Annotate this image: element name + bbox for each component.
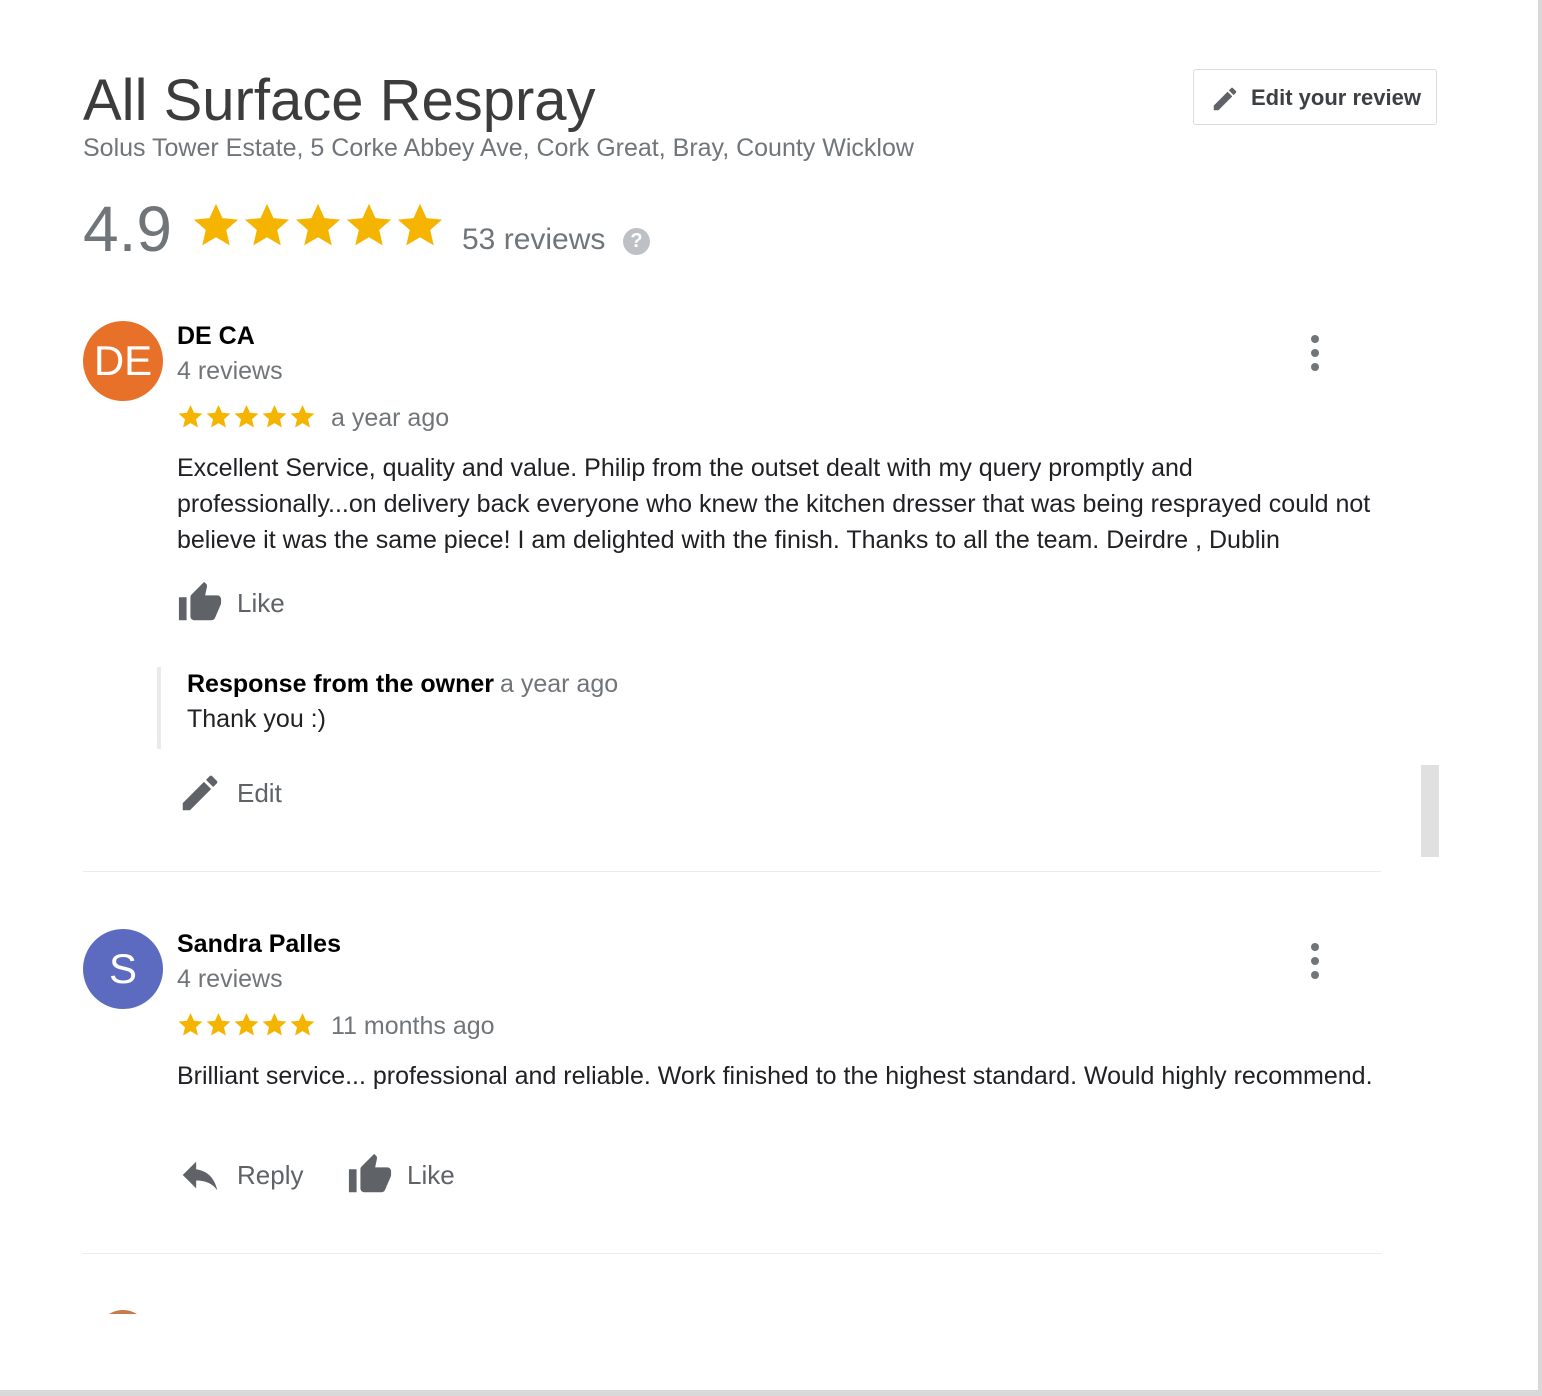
average-rating-stars xyxy=(191,200,446,250)
owner-response: Response from the owner a year ago Thank … xyxy=(157,667,618,749)
star-icon xyxy=(234,405,259,428)
owner-response-text: Thank you :) xyxy=(187,705,326,733)
thumbs-up-icon xyxy=(178,581,222,621)
like-label: Like xyxy=(237,588,285,618)
reviewer-review-count[interactable]: 4 reviews xyxy=(177,964,283,994)
reviewer-name[interactable]: DE CA xyxy=(177,321,255,351)
review-stars xyxy=(177,403,317,430)
star-icon xyxy=(178,1013,203,1036)
review-text: Brilliant service... professional and re… xyxy=(177,1062,1373,1090)
thumbs-up-icon xyxy=(348,1153,392,1193)
review-divider xyxy=(83,871,1381,872)
reply-label: Reply xyxy=(237,1160,304,1190)
reply-icon xyxy=(182,1161,218,1191)
pencil-icon xyxy=(1213,87,1237,111)
edit-your-review-button[interactable]: Edit your review xyxy=(1193,69,1437,125)
star-icon xyxy=(290,405,315,428)
star-icon xyxy=(234,1013,259,1036)
edit-label: Edit xyxy=(237,778,282,808)
avatar[interactable]: DE xyxy=(83,321,163,401)
window-border-right xyxy=(1538,0,1542,1396)
star-icon xyxy=(397,203,443,246)
business-address: Solus Tower Estate, 5 Corke Abbey Ave, C… xyxy=(83,134,914,162)
more-options-icon[interactable] xyxy=(1305,335,1325,371)
owner-response-time: a year ago xyxy=(500,670,619,698)
star-icon xyxy=(193,203,239,246)
star-icon xyxy=(244,203,290,246)
like-button[interactable]: Like xyxy=(347,1152,455,1198)
review-card: DE DE CA 4 reviews a year ago Excellent … xyxy=(83,321,1383,861)
star-icon xyxy=(178,405,203,428)
review-card: S Sandra Palles 4 reviews 11 months ago … xyxy=(83,929,1383,1229)
like-label: Like xyxy=(407,1160,455,1190)
avatar[interactable]: S xyxy=(83,929,163,1009)
scrollbar-thumb[interactable] xyxy=(1421,765,1439,857)
edit-response-button[interactable]: Edit xyxy=(177,770,282,816)
next-review-avatar xyxy=(97,1310,149,1314)
reviewer-name[interactable]: Sandra Palles xyxy=(177,929,341,959)
star-icon xyxy=(295,203,341,246)
owner-response-label: Response from the owner xyxy=(187,670,494,698)
reply-button[interactable]: Reply xyxy=(177,1152,303,1198)
star-icon xyxy=(206,405,231,428)
business-name: All Surface Respray xyxy=(83,68,596,133)
review-divider xyxy=(83,1253,1381,1254)
edit-your-review-label: Edit your review xyxy=(1251,85,1421,110)
like-button[interactable]: Like xyxy=(177,580,285,626)
star-icon xyxy=(262,1013,287,1036)
review-time: a year ago xyxy=(331,404,450,432)
star-icon xyxy=(346,203,392,246)
review-time: 11 months ago xyxy=(331,1012,495,1040)
review-text: Excellent Service, quality and value. Ph… xyxy=(177,454,1371,554)
help-icon[interactable]: ? xyxy=(623,228,650,255)
total-review-count: 53 reviews xyxy=(462,223,606,256)
star-icon xyxy=(290,1013,315,1036)
pencil-icon xyxy=(182,775,218,811)
review-stars xyxy=(177,1011,317,1038)
average-rating: 4.9 xyxy=(83,193,172,265)
more-options-icon[interactable] xyxy=(1305,943,1325,979)
star-icon xyxy=(206,1013,231,1036)
star-icon xyxy=(262,405,287,428)
window-border-bottom xyxy=(0,1390,1542,1396)
reviewer-review-count[interactable]: 4 reviews xyxy=(177,356,283,386)
